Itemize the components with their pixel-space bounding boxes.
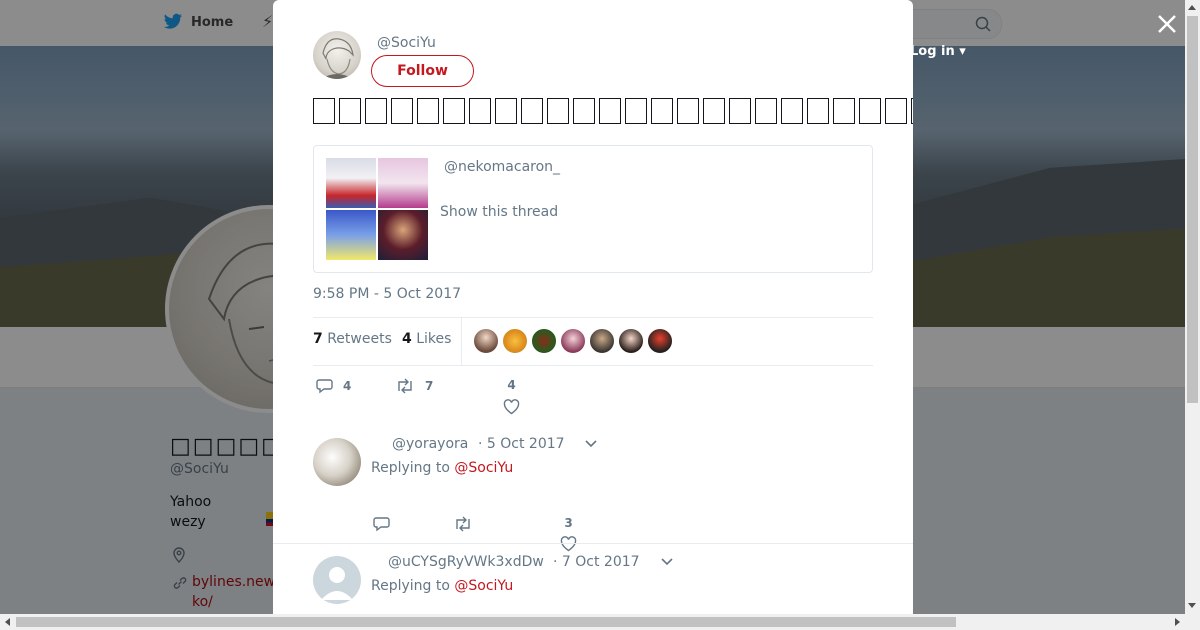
like-count: 4 xyxy=(507,378,516,392)
horizontal-scrollbar[interactable] xyxy=(0,614,1200,630)
missing-glyph xyxy=(677,97,699,124)
missing-glyph xyxy=(781,97,803,124)
replying-to-line: Replying to @SociYu xyxy=(371,578,513,594)
scroll-up-arrow[interactable] xyxy=(1188,5,1196,10)
missing-glyph xyxy=(339,97,361,124)
missing-glyph xyxy=(859,97,881,124)
author-avatar[interactable] xyxy=(313,31,361,79)
reply-icon xyxy=(316,379,333,394)
retweets-count: 7 xyxy=(313,331,323,347)
liker-avatar[interactable] xyxy=(502,328,528,354)
engagement-stats: 7 Retweets 4 Likes xyxy=(313,317,873,366)
quoted-tweet-card[interactable]: @nekomacaron_ Show this thread xyxy=(313,145,873,273)
quote-author-handle[interactable]: @nekomacaron_ xyxy=(444,159,560,175)
chevron-down-icon[interactable] xyxy=(584,439,598,449)
login-label: Log in xyxy=(910,44,955,59)
missing-glyph xyxy=(521,97,543,124)
liker-avatar[interactable] xyxy=(647,328,673,354)
likes-count: 4 xyxy=(402,331,412,347)
missing-glyph xyxy=(547,97,569,124)
vertical-scroll-thumb[interactable] xyxy=(1187,16,1198,403)
scroll-left-arrow[interactable] xyxy=(5,618,10,626)
reply-action[interactable]: 4 xyxy=(316,378,351,394)
missing-glyph xyxy=(651,97,673,124)
likes-label: Likes xyxy=(416,331,452,347)
missing-glyph xyxy=(365,97,387,124)
tweet-modal: @SociYu Follow @nekomacaron_ Show this t… xyxy=(273,0,913,614)
scroll-down-arrow[interactable] xyxy=(1188,603,1196,608)
reply-author-handle[interactable]: @uCYSgRyVWk3xdDw xyxy=(388,554,544,570)
retweets-label: Retweets xyxy=(327,331,392,347)
sketch-portrait xyxy=(321,38,354,79)
tweet-timestamp[interactable]: 9:58 PM - 5 Oct 2017 xyxy=(313,286,461,302)
missing-glyph xyxy=(807,97,829,124)
quote-media-thumb[interactable] xyxy=(326,210,376,260)
like-count: 3 xyxy=(564,516,573,530)
liker-avatar[interactable] xyxy=(560,328,586,354)
liker-avatar[interactable] xyxy=(589,328,615,354)
missing-glyph xyxy=(495,97,517,124)
missing-glyph xyxy=(391,97,413,124)
retweet-icon[interactable] xyxy=(453,516,473,532)
missing-glyph xyxy=(833,97,855,124)
heart-icon xyxy=(560,536,577,552)
default-avatar-icon[interactable] xyxy=(313,556,361,604)
horizontal-scroll-thumb[interactable] xyxy=(16,617,956,627)
missing-glyph xyxy=(443,97,465,124)
scroll-right-arrow[interactable] xyxy=(1175,618,1180,626)
follow-button[interactable]: Follow xyxy=(371,55,474,87)
missing-glyph xyxy=(703,97,725,124)
retweets-stat[interactable]: 7 Retweets xyxy=(313,331,392,347)
stats-divider xyxy=(461,318,462,365)
liker-avatar[interactable] xyxy=(473,328,499,354)
reply-date[interactable]: · 7 Oct 2017 xyxy=(553,554,640,570)
retweet-count: 7 xyxy=(425,379,434,393)
like-action[interactable]: 4 xyxy=(503,378,520,415)
missing-glyph xyxy=(625,97,647,124)
reply-author-avatar[interactable] xyxy=(313,438,361,486)
reply-date[interactable]: · 5 Oct 2017 xyxy=(478,436,565,452)
missing-glyph xyxy=(729,97,751,124)
missing-glyph xyxy=(911,97,913,124)
reply-tweet[interactable]: @yorayora · 5 Oct 2017 Replying to @Soci… xyxy=(273,434,913,552)
replying-prefix: Replying to xyxy=(371,460,450,476)
missing-glyph xyxy=(599,97,621,124)
chevron-down-icon[interactable] xyxy=(660,557,674,567)
vertical-scrollbar[interactable] xyxy=(1185,0,1200,614)
liker-avatar[interactable] xyxy=(531,328,557,354)
replying-to-link[interactable]: @SociYu xyxy=(454,460,513,476)
heart-icon xyxy=(503,399,520,415)
replying-to-link[interactable]: @SociYu xyxy=(454,578,513,594)
missing-glyph xyxy=(573,97,595,124)
replying-prefix: Replying to xyxy=(371,578,450,594)
author-handle[interactable]: @SociYu xyxy=(377,35,436,51)
missing-glyph xyxy=(313,97,335,124)
quote-media-thumb[interactable] xyxy=(378,210,428,260)
login-dropdown[interactable]: Log in ▾ xyxy=(910,44,966,59)
reply-tweet[interactable]: @uCYSgRyVWk3xdDw · 7 Oct 2017 Replying t… xyxy=(273,552,913,614)
quote-media-thumb[interactable] xyxy=(378,158,428,208)
reply-author-handle[interactable]: @yorayora xyxy=(392,436,468,452)
replying-to-line: Replying to @SociYu xyxy=(371,460,513,476)
show-thread-link[interactable]: Show this thread xyxy=(440,204,558,220)
retweet-icon xyxy=(398,378,412,394)
missing-glyph xyxy=(885,97,907,124)
quote-media-thumb[interactable] xyxy=(326,158,376,208)
retweet-action[interactable]: 7 xyxy=(395,378,433,394)
reply-count: 4 xyxy=(343,379,352,393)
missing-glyph xyxy=(755,97,777,124)
tweet-text xyxy=(313,94,913,130)
reply-icon[interactable] xyxy=(373,516,390,532)
liker-avatar[interactable] xyxy=(618,328,644,354)
person-silhouette-icon xyxy=(321,567,353,600)
missing-glyph xyxy=(469,97,491,124)
likes-stat[interactable]: 4 Likes xyxy=(402,331,451,347)
close-icon[interactable] xyxy=(1155,12,1179,36)
reply-divider xyxy=(273,543,913,544)
like-action[interactable]: 3 xyxy=(560,516,577,552)
missing-glyph xyxy=(417,97,439,124)
